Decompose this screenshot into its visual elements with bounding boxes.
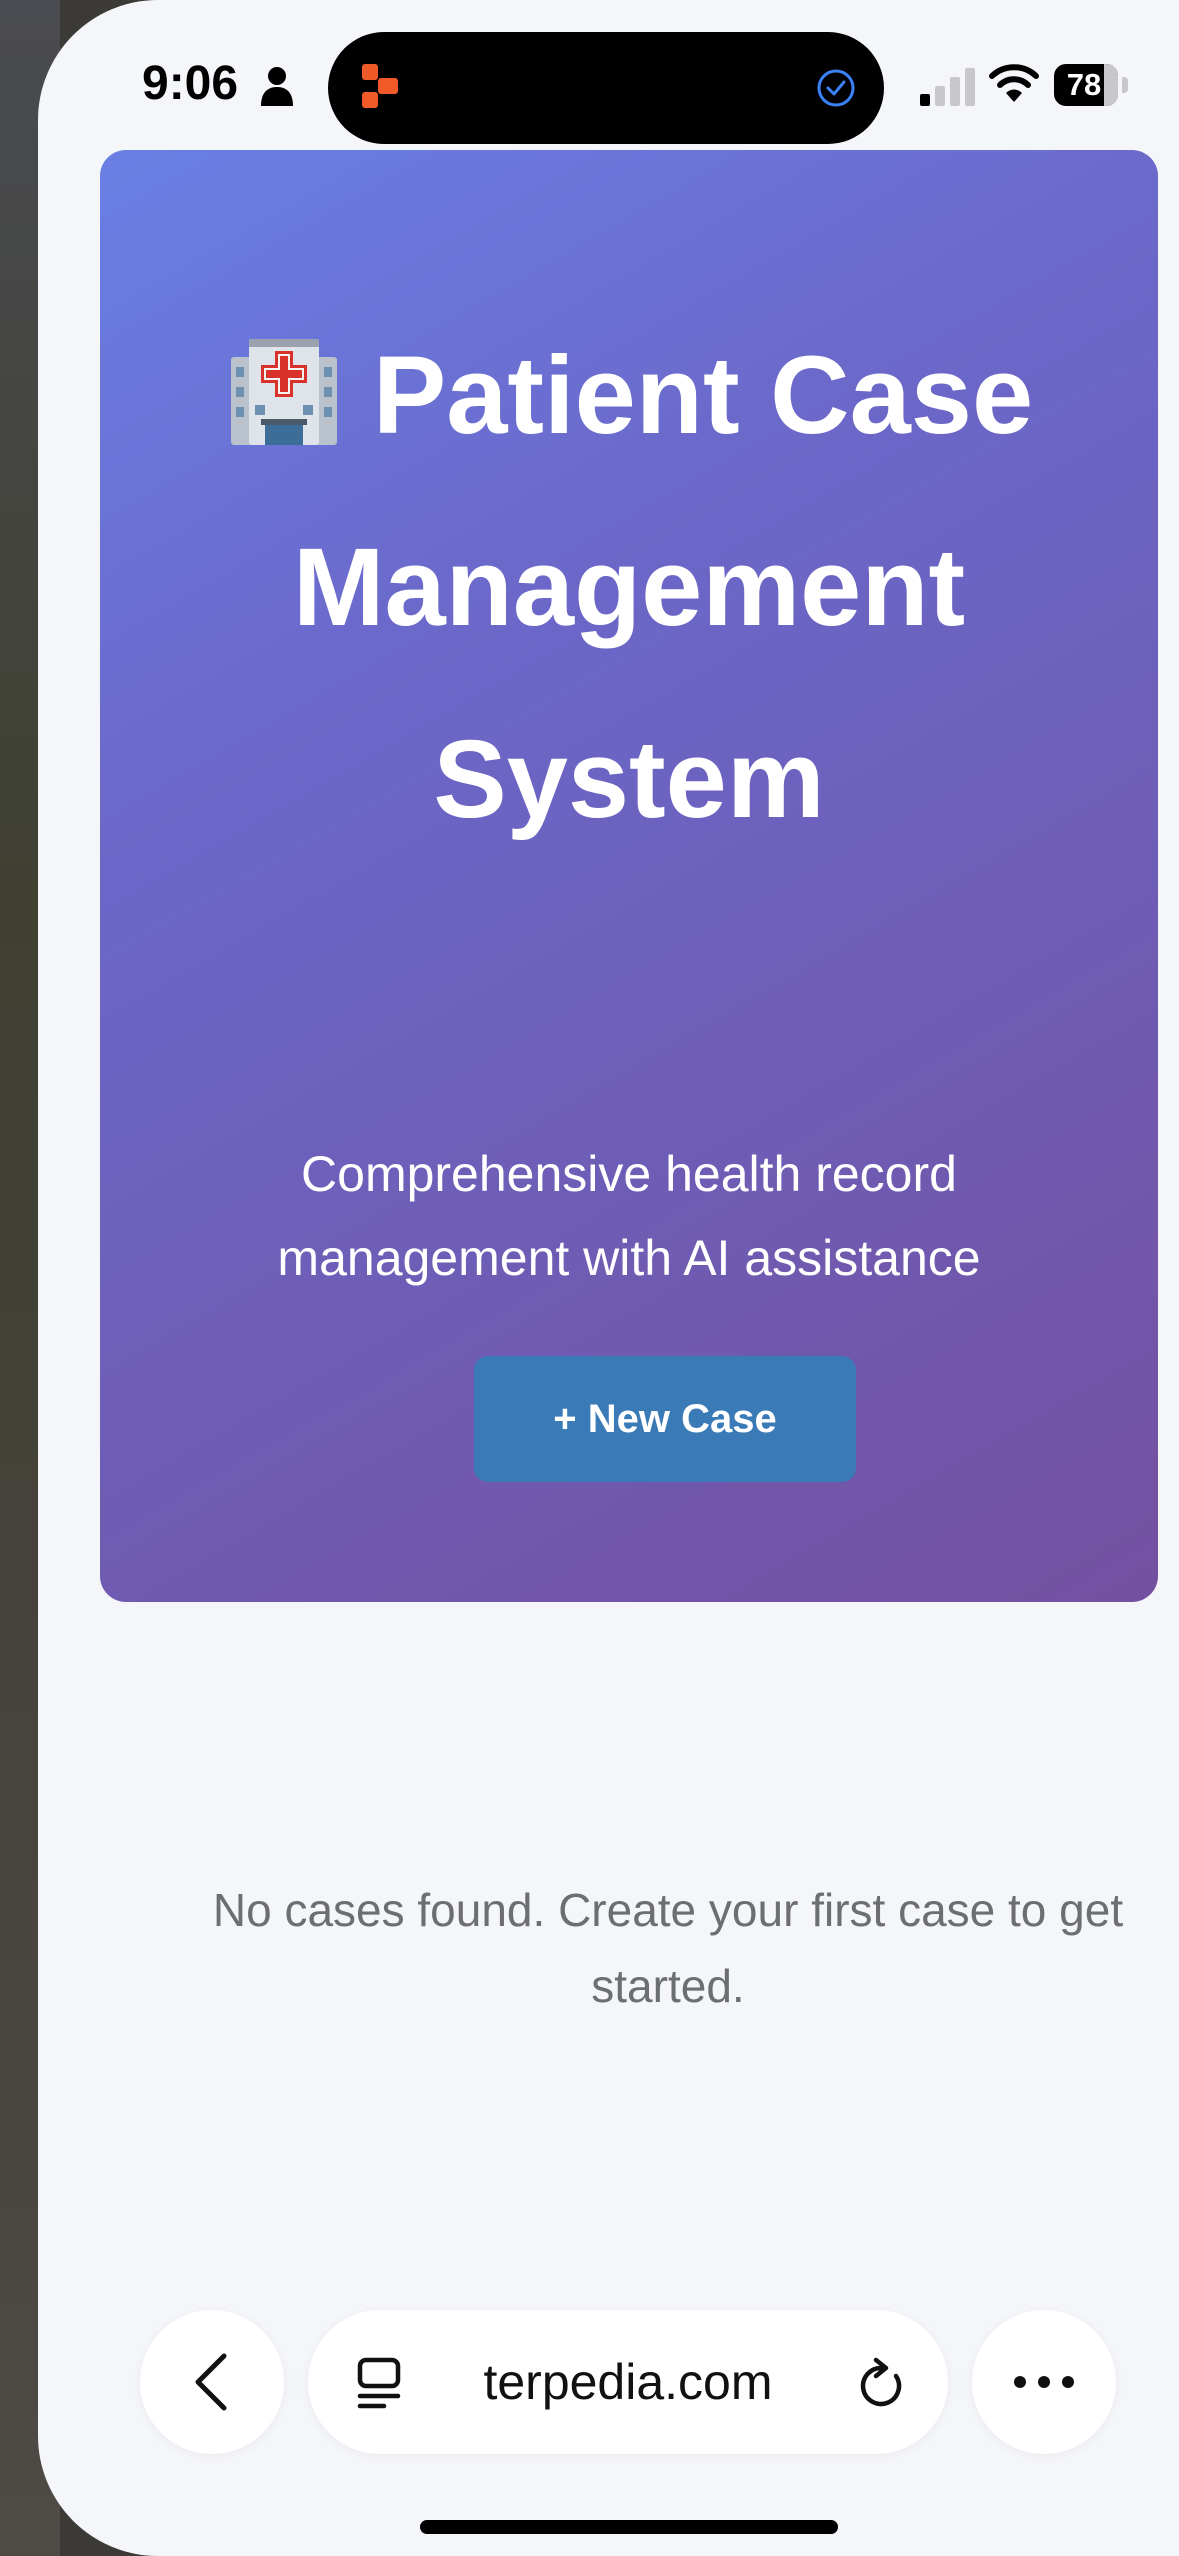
cellular-signal-icon xyxy=(920,68,975,106)
more-icon xyxy=(1014,2376,1074,2388)
url-text[interactable]: terpedia.com xyxy=(428,2310,828,2454)
page-title: Patient Case Management System xyxy=(100,300,1158,876)
hero-banner: Patient Case Management System Comprehen… xyxy=(100,150,1158,1602)
home-indicator[interactable] xyxy=(420,2520,838,2534)
address-bar[interactable]: terpedia.com xyxy=(308,2310,948,2454)
new-case-button[interactable]: + New Case xyxy=(474,1356,856,1482)
more-button[interactable] xyxy=(972,2310,1116,2454)
chevron-left-icon xyxy=(195,2353,227,2411)
battery-icon: 78 xyxy=(1054,64,1134,108)
page-title-text: Patient Case Management System xyxy=(292,334,1034,841)
page-subtitle: Comprehensive health record management w… xyxy=(277,1146,981,1286)
battery-tip xyxy=(1122,77,1128,93)
reload-icon[interactable] xyxy=(856,2356,908,2410)
wifi-icon xyxy=(989,64,1039,102)
check-circle-icon xyxy=(817,69,855,107)
empty-state-message: No cases found. Create your first case t… xyxy=(212,1884,1124,2012)
battery-body: 78 xyxy=(1054,64,1118,106)
phone-screen: 9:06 78 Patient Case Management System C… xyxy=(38,0,1179,2556)
battery-percent: 78 xyxy=(1066,67,1102,102)
status-time: 9:06 xyxy=(142,57,239,110)
back-button[interactable] xyxy=(140,2310,284,2454)
status-bar: 9:06 78 xyxy=(38,0,1179,144)
tabs-icon[interactable] xyxy=(354,2356,404,2410)
browser-toolbar: terpedia.com xyxy=(38,2300,1179,2460)
dynamic-island xyxy=(328,32,884,144)
app-icon xyxy=(362,64,398,108)
person-icon xyxy=(261,67,293,106)
hospital-icon xyxy=(230,339,337,445)
